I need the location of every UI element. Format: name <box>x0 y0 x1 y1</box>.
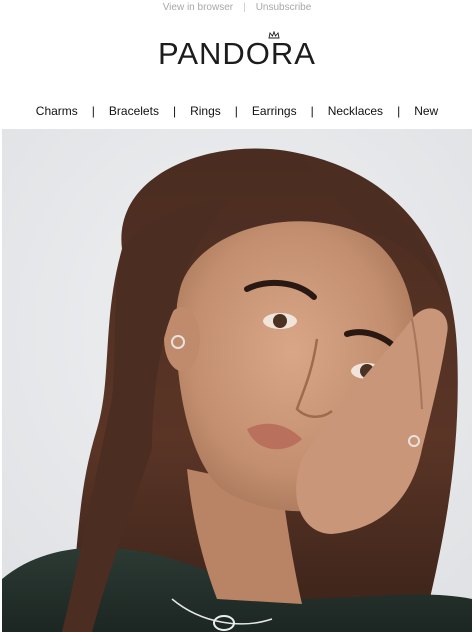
preheader-separator: | <box>243 1 246 13</box>
preheader-links: View in browser | Unsubscribe <box>0 0 474 14</box>
view-in-browser-link[interactable]: View in browser <box>163 2 233 13</box>
nav-item-necklaces[interactable]: Necklaces <box>314 104 397 118</box>
logo-text: PANDORA <box>157 35 316 71</box>
pandora-logo[interactable]: PANDORA <box>157 30 316 71</box>
portrait-photo <box>2 129 472 632</box>
nav-item-rings[interactable]: Rings <box>176 104 235 118</box>
nav-item-bracelets[interactable]: Bracelets <box>95 104 173 118</box>
category-nav: Charms | Bracelets | Rings | Earrings | … <box>0 101 474 121</box>
crown-icon <box>268 30 280 38</box>
hero-image[interactable] <box>2 129 472 632</box>
nav-item-charms[interactable]: Charms <box>22 104 92 118</box>
unsubscribe-link[interactable]: Unsubscribe <box>256 2 312 13</box>
nav-item-earrings[interactable]: Earrings <box>238 104 311 118</box>
nav-item-new[interactable]: New <box>400 104 452 118</box>
brand-header: PANDORA <box>0 30 474 74</box>
